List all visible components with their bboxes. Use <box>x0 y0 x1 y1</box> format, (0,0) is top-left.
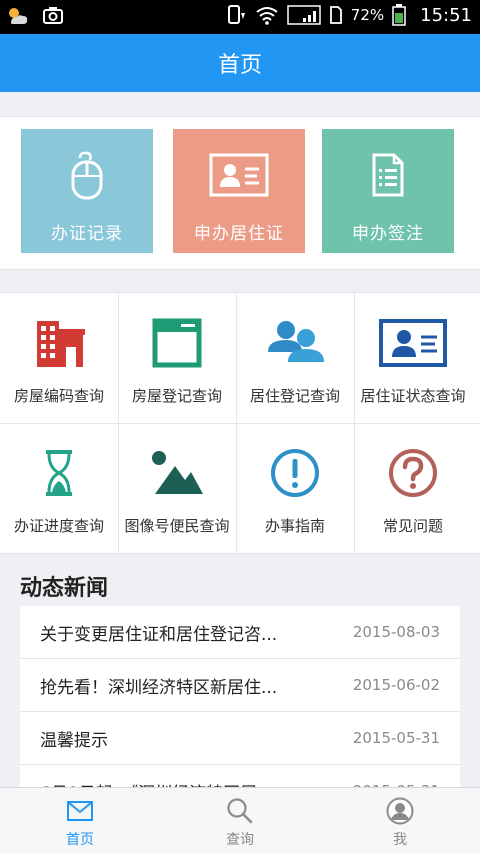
hourglass-icon <box>42 445 76 501</box>
sim-icon <box>329 5 343 25</box>
grid-item-label: 办证进度查询 <box>13 517 104 535</box>
signal-strength-icon <box>287 4 321 26</box>
news-list: 关于变更居住证和居住登记咨... 2015-08-03 抢先看！深圳经济特区新居… <box>20 606 460 796</box>
tab-label: 我 <box>393 832 407 848</box>
grid-item-faq[interactable]: 常见问题 <box>354 423 472 553</box>
news-item[interactable]: 温馨提示 2015-05-31 <box>20 712 460 765</box>
weather-icon <box>6 5 30 27</box>
news-title: 抢先看！深圳经济特区新居住... <box>40 677 278 698</box>
id-card-icon <box>209 149 269 201</box>
tab-search[interactable]: 查询 <box>160 788 320 853</box>
news-date: 2015-06-02 <box>352 676 440 694</box>
grid-item-label: 办事指南 <box>264 517 325 535</box>
browser-window-icon <box>152 315 202 371</box>
search-icon <box>226 797 254 825</box>
bottom-tab-bar: 首页 查询 我 <box>0 787 480 853</box>
news-title: 温馨提示 <box>40 730 108 751</box>
clock: 15:51 <box>420 4 472 26</box>
grid-item-service-guide[interactable]: 办事指南 <box>236 423 354 553</box>
document-icon <box>371 149 405 201</box>
quick-action-panel: 办证记录 申办居住证 申办签注 <box>0 116 480 270</box>
news-item[interactable]: 抢先看！深圳经济特区新居住... 2015-06-02 <box>20 659 460 712</box>
grid-item-house-registration-query[interactable]: 房屋登记查询 <box>118 293 236 423</box>
news-item[interactable]: 关于变更居住证和居住登记咨... 2015-08-03 <box>20 606 460 659</box>
grid-item-label: 图像号便民查询 <box>124 517 230 535</box>
news-title: 关于变更居住证和居住登记咨... <box>40 624 278 645</box>
image-mountain-icon <box>149 445 205 501</box>
grid-item-label: 房屋登记查询 <box>131 387 222 405</box>
camera-icon <box>42 6 64 26</box>
news-date: 2015-05-31 <box>352 729 440 747</box>
user-icon <box>386 797 414 825</box>
grid-item-label: 居住登记查询 <box>249 387 340 405</box>
tile-label: 申办签注 <box>352 224 424 244</box>
phone-vibrate-icon <box>227 4 247 26</box>
grid-item-label: 常见问题 <box>382 517 443 535</box>
grid-item-house-code-query[interactable]: 房屋编码查询 <box>0 293 118 423</box>
grid-item-label: 居住证状态查询 <box>360 387 466 405</box>
title-bar: 首页 <box>0 34 480 92</box>
people-icon <box>264 315 326 371</box>
battery-percent: 72% <box>350 6 385 24</box>
tile-handling-records[interactable]: 办证记录 <box>21 129 153 253</box>
tab-label: 首页 <box>66 832 94 848</box>
id-card-icon <box>379 315 447 371</box>
status-bar: 72% 15:51 <box>0 0 480 34</box>
battery-icon <box>392 4 406 26</box>
grid-item-label: 房屋编码查询 <box>13 387 104 405</box>
tab-home[interactable]: 首页 <box>0 788 160 853</box>
wifi-icon <box>255 5 279 25</box>
tile-apply-residence-permit[interactable]: 申办居住证 <box>173 129 305 253</box>
news-section-title: 动态新闻 <box>20 576 109 601</box>
news-date: 2015-08-03 <box>352 623 440 641</box>
mail-icon <box>66 797 94 825</box>
tile-apply-endorsement[interactable]: 申办签注 <box>322 129 454 253</box>
page-title: 首页 <box>217 53 262 78</box>
tab-me[interactable]: 我 <box>320 788 480 853</box>
mouse-icon <box>70 149 104 201</box>
question-icon <box>387 445 439 501</box>
grid-item-residence-registration-query[interactable]: 居住登记查询 <box>236 293 354 423</box>
info-exclamation-icon <box>269 445 321 501</box>
service-grid: 房屋编码查询 房屋登记查询 居住登记查询 居住证状态查询 办证进度查询 图像号便… <box>0 292 480 555</box>
tile-label: 申办居住证 <box>194 224 284 244</box>
grid-item-progress-query[interactable]: 办证进度查询 <box>0 423 118 553</box>
grid-item-residence-permit-status-query[interactable]: 居住证状态查询 <box>354 293 472 423</box>
grid-item-image-number-query[interactable]: 图像号便民查询 <box>118 423 236 553</box>
building-icon <box>33 315 85 371</box>
tile-label: 办证记录 <box>51 224 123 244</box>
tab-label: 查询 <box>226 832 254 848</box>
